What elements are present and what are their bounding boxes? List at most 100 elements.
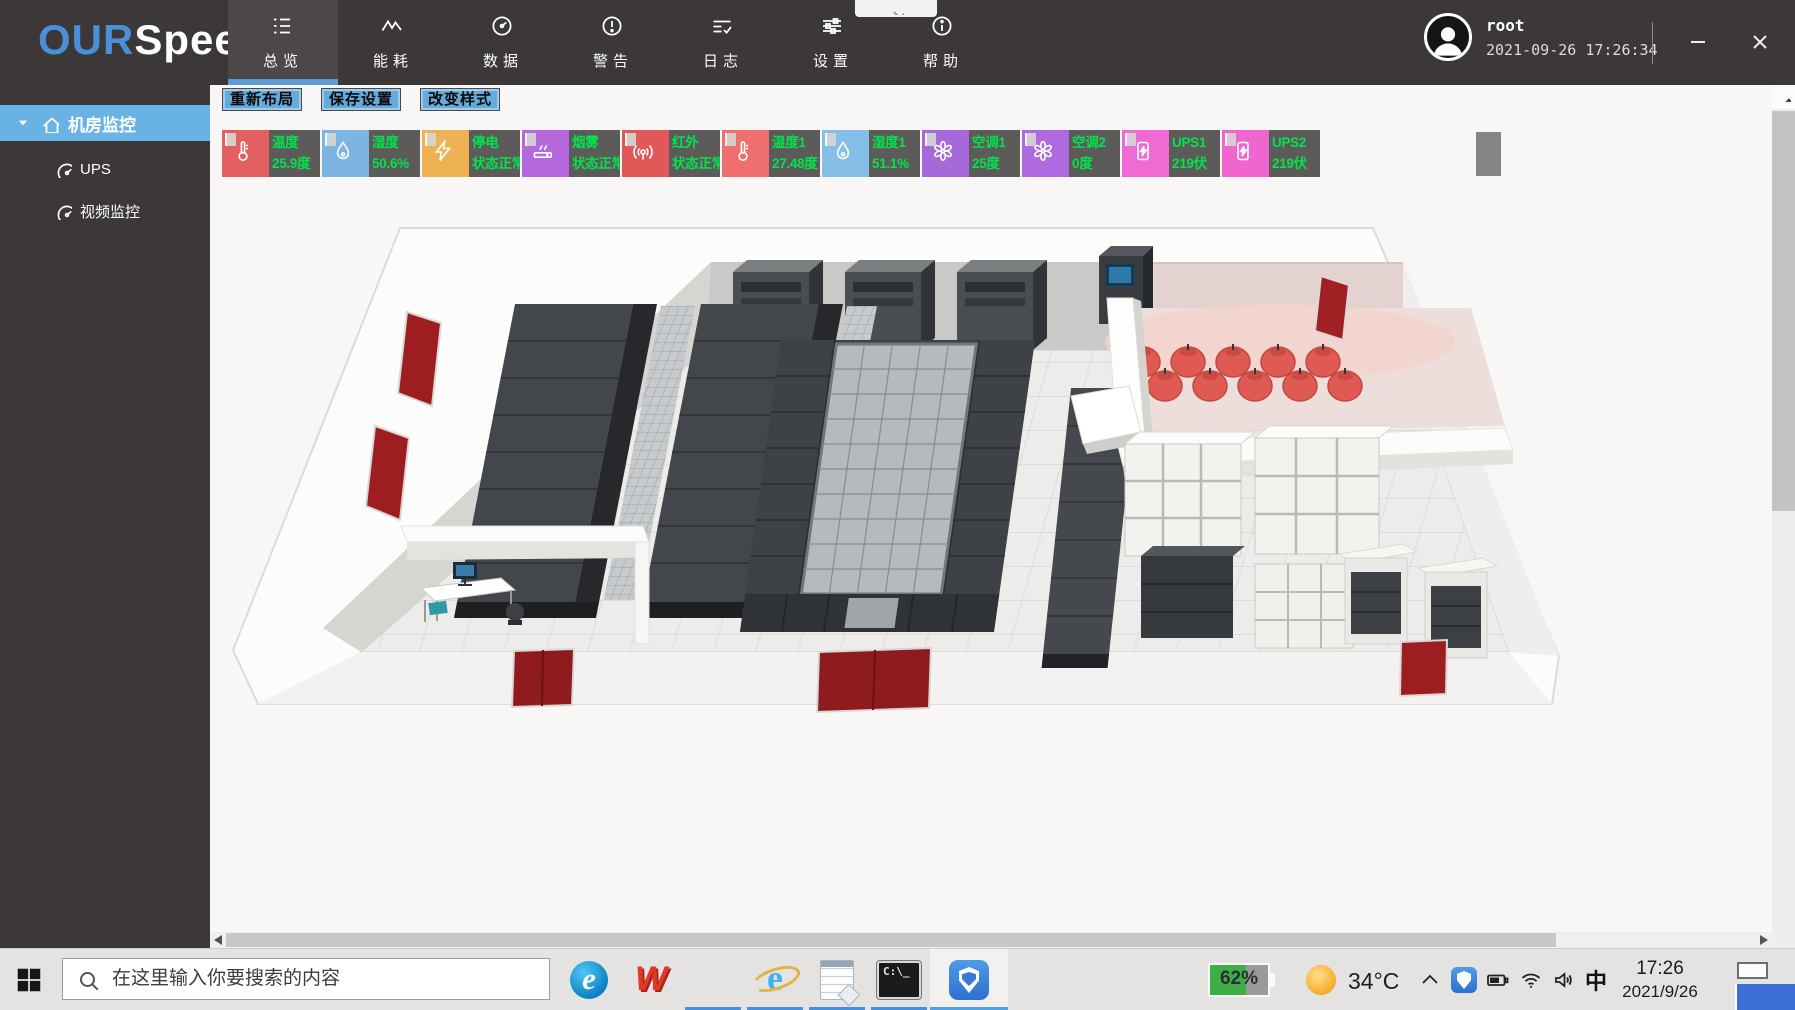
sensor-value: 0度 — [1072, 153, 1120, 174]
cmd-icon — [877, 961, 921, 999]
sensor-widget[interactable]: 空调125度 — [922, 130, 1021, 177]
weather-sun-icon[interactable] — [1306, 965, 1336, 995]
taskbar-clock[interactable]: 17:26 2021/9/26 — [1608, 957, 1712, 1003]
sidebar-item-label: 视频监控 — [80, 201, 140, 222]
sensor-widget[interactable]: UPS2219伏 — [1222, 130, 1321, 177]
wifi-icon[interactable] — [1519, 968, 1543, 992]
gauge-icon — [490, 14, 517, 41]
taskbar-app-cmd[interactable] — [868, 949, 930, 1010]
battery-widget[interactable]: 62% — [1208, 963, 1278, 997]
avatar[interactable] — [1424, 13, 1472, 61]
main-content: 重新布局保存设置改变样式 温度25.9度湿度50.6% 停电状态正常 烟雾状态正常 红… — [210, 85, 1772, 948]
change-style-button[interactable]: 改变样式 — [420, 88, 500, 111]
room-3d-view — [215, 192, 1560, 817]
scroll-up-arrow[interactable] — [1772, 85, 1795, 109]
close-button[interactable] — [1740, 22, 1780, 62]
chevron-up-icon[interactable] — [1418, 968, 1442, 992]
chevron-down-icon — [888, 3, 904, 15]
taskbar-app-notepad[interactable] — [806, 949, 868, 1010]
security-tray-icon[interactable] — [1451, 967, 1477, 993]
sensor-widget[interactable]: 空调20度 — [1022, 130, 1121, 177]
sensor-name: 空调1 — [972, 132, 1020, 153]
weather-temperature[interactable]: 34°C — [1348, 968, 1399, 995]
login-datetime: 2021-09-26 17:26:34 — [1486, 41, 1658, 59]
ime-indicator[interactable]: 中 — [1585, 964, 1607, 996]
scroll-right-arrow[interactable] — [1760, 935, 1768, 945]
minimize-icon — [1686, 30, 1710, 54]
corner-tab — [425, 133, 436, 146]
taskbar-app-ie[interactable] — [744, 949, 806, 1010]
sensor-widget[interactable]: 湿度50.6% — [322, 130, 421, 177]
gauge-icon — [55, 161, 72, 178]
alert-icon — [600, 14, 627, 41]
sensor-widget[interactable]: 温度25.9度 — [222, 130, 321, 177]
security-icon — [949, 960, 989, 1000]
log-icon — [710, 14, 737, 41]
sensor-widget[interactable]: 停电状态正常 — [422, 130, 521, 177]
horizontal-scroll-thumb[interactable] — [226, 933, 1556, 947]
sensor-name: 烟雾 — [572, 132, 620, 153]
corner-tab — [1225, 133, 1236, 146]
taskbar-search[interactable] — [62, 958, 550, 1000]
sidebar-item-ups[interactable]: UPS — [0, 155, 210, 183]
list-icon — [270, 14, 297, 41]
nav-tab-energy[interactable]: 能耗 — [338, 0, 448, 85]
show-desktop-button[interactable] — [1737, 962, 1768, 979]
sensor-name: 红外 — [672, 132, 720, 153]
scroll-left-arrow[interactable] — [214, 935, 222, 945]
nav-tab-overview[interactable]: 总览 — [228, 0, 338, 85]
nav-tab-alert[interactable]: 警告 — [558, 0, 668, 85]
ups-icon-box — [1222, 130, 1269, 177]
vertical-scroll-thumb[interactable] — [1772, 111, 1795, 511]
clock-time: 17:26 — [1608, 957, 1712, 981]
sidebar: 机房监控 UPS 视频监控 — [0, 85, 210, 948]
close-icon — [1748, 30, 1772, 54]
taskbar: 62% 34°C 中 17:26 2021/9/26 — [0, 948, 1795, 1010]
sensor-label-box: 温度127.48度 — [769, 130, 820, 177]
sensor-widget[interactable]: UPS1219伏 — [1122, 130, 1221, 177]
nav-tab-label: 总览 — [263, 50, 303, 71]
search-input[interactable] — [110, 967, 549, 991]
wps-icon — [631, 960, 671, 1000]
taskbar-app-explorer[interactable] — [682, 949, 744, 1010]
taskbar-app-security[interactable] — [930, 949, 1008, 1010]
sensor-name: UPS2 — [1272, 132, 1320, 153]
sidebar-item-room-monitoring[interactable]: 机房监控 — [0, 105, 210, 141]
horizontal-scrollbar[interactable] — [210, 932, 1772, 948]
caret-down-icon — [16, 116, 30, 130]
start-button[interactable] — [14, 965, 46, 997]
relayout-button[interactable]: 重新布局 — [222, 88, 302, 111]
logo-part-our: OUR — [38, 16, 134, 63]
collapse-header-button[interactable] — [855, 0, 937, 17]
thermometer-icon-box — [222, 130, 269, 177]
sensor-name: 空调2 — [1072, 132, 1120, 153]
sensor-label-box: UPS1219伏 — [1169, 130, 1220, 177]
sensor-widget[interactable]: 湿度151.1% — [822, 130, 921, 177]
sensor-label-box: 停电状态正常 — [469, 130, 520, 177]
user-block[interactable]: root 2021-09-26 17:26:34 — [1424, 13, 1658, 61]
sensor-widget[interactable]: 红外状态正常 — [622, 130, 721, 177]
battery-icon[interactable] — [1486, 968, 1510, 992]
sensor-value: 50.6% — [372, 153, 420, 174]
sensor-label-box: 红外状态正常 — [669, 130, 720, 177]
vertical-scrollbar[interactable] — [1772, 85, 1795, 948]
sidebar-item-video-monitoring[interactable]: 视频监控 — [0, 197, 210, 225]
sensor-label-box: 烟雾状态正常 — [569, 130, 620, 177]
save-settings-button[interactable]: 保存设置 — [321, 88, 401, 111]
sensor-widget[interactable]: 烟雾状态正常 — [522, 130, 621, 177]
nav-tab-label: 帮助 — [923, 50, 963, 71]
nav-tab-log[interactable]: 日志 — [668, 0, 778, 85]
windows-icon — [14, 965, 44, 995]
sensor-label-box: 空调125度 — [969, 130, 1020, 177]
speaker-icon[interactable] — [1552, 968, 1576, 992]
wave-icon — [380, 14, 407, 41]
sensor-widget[interactable]: 温度127.48度 — [722, 130, 821, 177]
corner-tab — [225, 133, 236, 146]
header-divider — [1652, 22, 1653, 64]
taskbar-app-edge[interactable] — [558, 949, 620, 1010]
taskbar-app-wps[interactable] — [620, 949, 682, 1010]
sidebar-item-label: 机房监控 — [68, 111, 136, 136]
smoke-icon-box — [522, 130, 569, 177]
minimize-button[interactable] — [1678, 22, 1718, 62]
nav-tab-data[interactable]: 数据 — [448, 0, 558, 85]
